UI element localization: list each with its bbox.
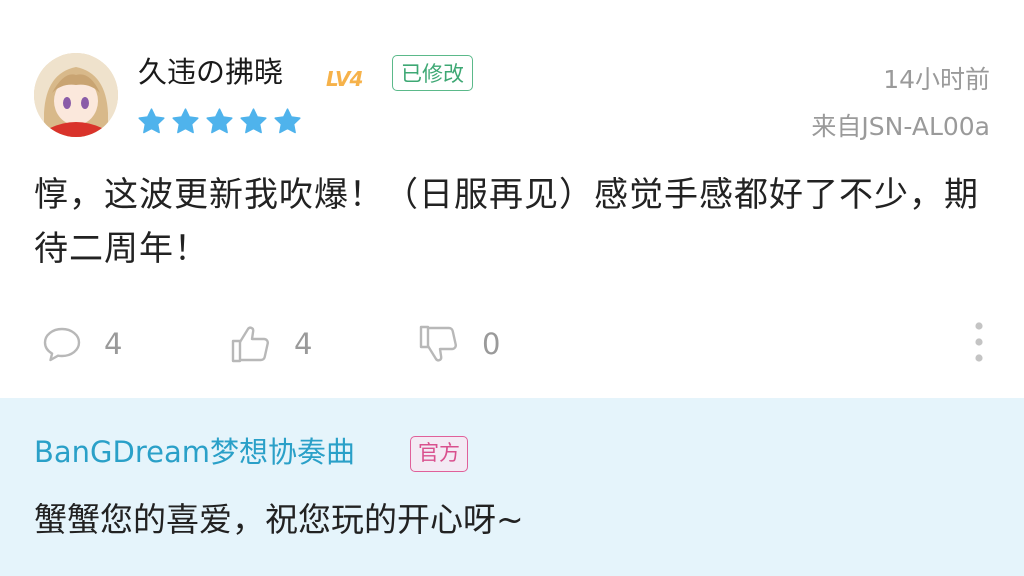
dislike-button[interactable]: 0: [418, 322, 500, 366]
comment-button[interactable]: 4: [42, 322, 122, 366]
like-button[interactable]: 4: [230, 322, 312, 366]
star-icon: [206, 108, 233, 134]
star-icon: [274, 108, 301, 134]
comment-bubble-icon: [43, 327, 81, 362]
username[interactable]: 久违の拂晓: [138, 52, 283, 92]
review-text: 惇，这波更新我吹爆！（日服再见）感觉手感都好了不少，期待二周年！: [34, 175, 979, 269]
dislike-count: 0: [482, 327, 501, 361]
star-icon: [240, 108, 267, 134]
device-source: 来自JSN-AL00a: [811, 112, 990, 141]
thumbs-down-icon: [419, 325, 457, 362]
more-vertical-icon[interactable]: [966, 320, 992, 364]
like-count: 4: [294, 327, 313, 361]
developer-reply: [0, 398, 1024, 576]
reply-text: 蟹蟹您的喜爱，祝您玩的开心呀~: [34, 500, 524, 539]
official-tag: 官方: [410, 436, 468, 472]
avatar[interactable]: [34, 53, 118, 137]
edited-tag: 已修改: [392, 55, 473, 91]
level-badge: LV4: [326, 67, 363, 91]
review-card: 久违の拂晓 LV4 已修改 14小时前 来自JSN-AL00a 惇，这波更新我吹…: [0, 0, 1024, 398]
rating-stars: [136, 106, 303, 140]
thumbs-up-icon: [231, 326, 269, 363]
star-icon: [172, 108, 199, 134]
star-icon: [138, 108, 165, 134]
reply-author[interactable]: BanGDream梦想协奏曲: [34, 432, 355, 472]
comment-count: 4: [104, 327, 123, 361]
post-time: 14小时前: [883, 65, 990, 94]
